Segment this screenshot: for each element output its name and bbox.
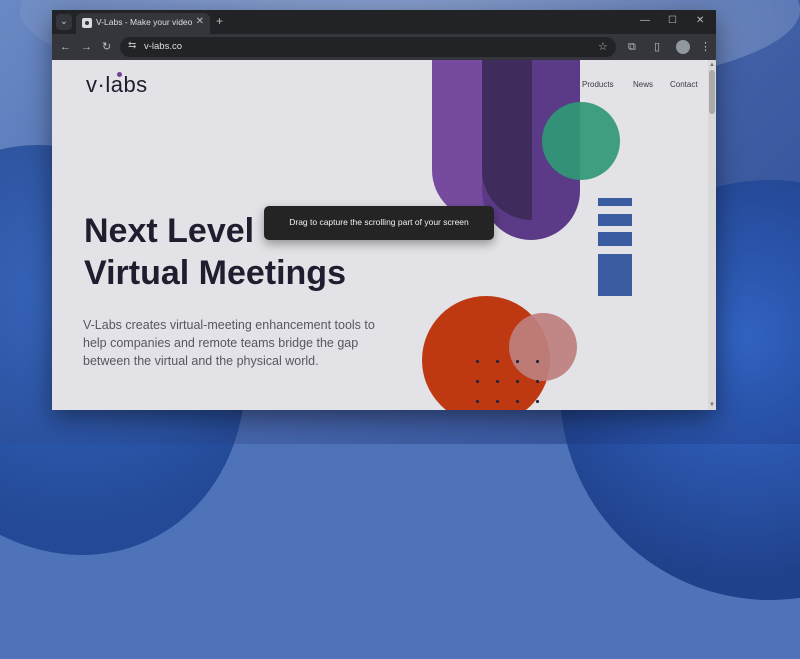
capture-hint-text: Drag to capture the scrolling part of yo… [289, 217, 469, 227]
capture-hint-toast: Drag to capture the scrolling part of yo… [264, 206, 494, 240]
